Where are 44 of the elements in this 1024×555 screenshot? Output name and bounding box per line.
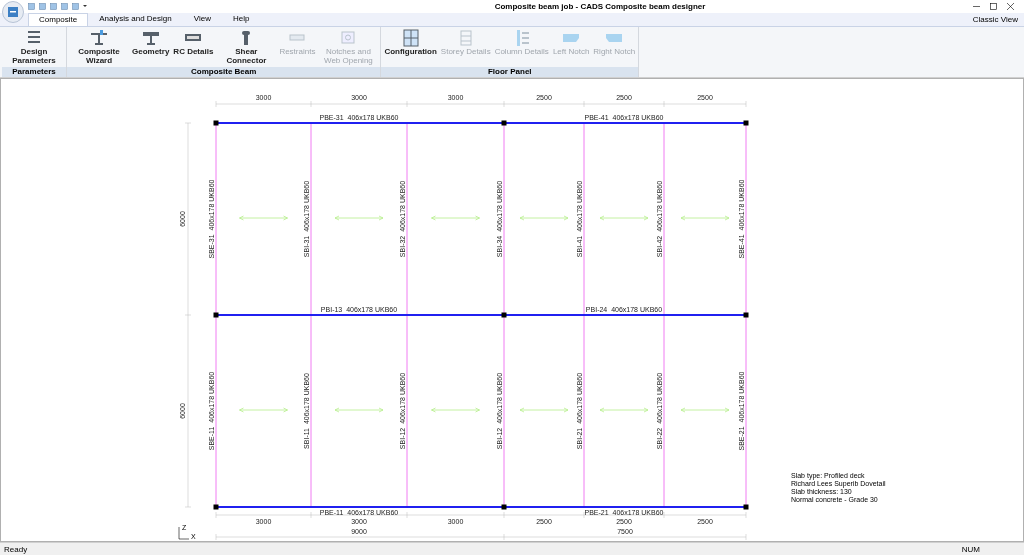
- span-direction-arrow: [239, 408, 288, 413]
- maximize-icon[interactable]: [990, 2, 997, 10]
- num-lock-indicator: NUM: [961, 544, 980, 554]
- group-title: Composite Beam: [67, 67, 381, 78]
- column-node: [743, 312, 749, 318]
- span-direction-arrow: [680, 216, 730, 221]
- span-direction-arrow: [599, 216, 649, 221]
- span-direction-arrow: [519, 216, 569, 221]
- ribbon-button[interactable]: Design Parameters: [3, 28, 65, 65]
- group-title: Parameters: [2, 67, 66, 78]
- column-node: [743, 504, 749, 510]
- column-node: [213, 120, 219, 126]
- app-logo-icon: [7, 6, 19, 18]
- axis-icon: [178, 527, 190, 540]
- column-node: [743, 120, 749, 126]
- column-node: [213, 504, 219, 510]
- close-icon[interactable]: [1007, 2, 1014, 10]
- beam-wizard-icon: [90, 28, 108, 47]
- application-menu-button[interactable]: [2, 1, 24, 23]
- window-title: Composite beam job - CADS Composite beam designer: [493, 1, 706, 11]
- ribbon-tab[interactable]: Help: [221, 11, 261, 26]
- ribbon-button[interactable]: RC Details: [171, 28, 216, 56]
- span-direction-arrow: [334, 408, 384, 413]
- span-direction-arrow: [239, 216, 288, 221]
- span-direction-arrow: [431, 216, 480, 221]
- status-text: Ready: [4, 544, 28, 554]
- ribbon-button[interactable]: Shear Connector: [215, 28, 278, 65]
- grid-icon: [401, 28, 420, 47]
- span-direction-arrow: [431, 408, 480, 413]
- column-node: [213, 312, 219, 318]
- ribbon-tab[interactable]: View: [182, 11, 222, 26]
- span-direction-arrow: [680, 408, 730, 413]
- ribbon-button[interactable]: Configuration: [382, 28, 439, 56]
- group-title: Floor Panel: [381, 67, 639, 78]
- ribbon-button[interactable]: Geometry: [130, 28, 172, 56]
- span-direction-arrow: [519, 408, 569, 413]
- column-node: [501, 312, 507, 318]
- span-direction-arrow: [334, 216, 384, 221]
- column-node: [501, 504, 507, 510]
- classic-view-link[interactable]: Classic View: [972, 14, 1018, 24]
- ribbon-button[interactable]: Composite Wizard: [68, 28, 130, 65]
- span-direction-arrow: [599, 408, 649, 413]
- ribbon-tab[interactable]: Analysis and Design: [88, 11, 183, 26]
- column-node: [501, 120, 507, 126]
